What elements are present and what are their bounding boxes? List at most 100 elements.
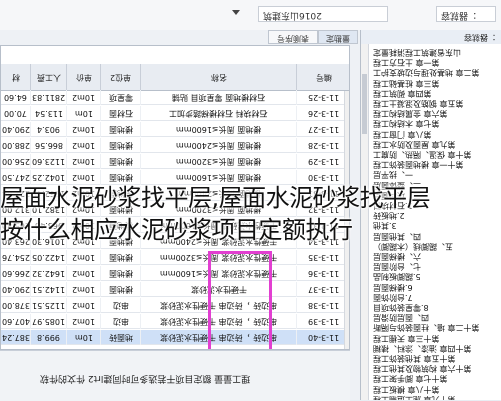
cell-code: 11-3-28 [297,138,349,153]
cell-unit2-text: 楼地面 [108,157,133,166]
status-text-label: 理工量量 额定目项干若选多可时同建lrt2 件文的件软 [40,373,251,383]
col-labor[interactable]: 人工费 [31,64,67,90]
cell-unit2-text: 石材面 [108,109,133,118]
cell-price-text: 1125.51 [31,301,66,310]
cell-labor-text: 407.60 [1,317,30,326]
cell-price-text: 113.54 [34,109,63,118]
col-name[interactable]: 名称 [141,64,297,90]
table-row[interactable]: 11-3-39 串边砖 ，砖边串 干硬性水泥砂浆 串边 10m2 1085.97 407.… [1,314,349,329]
cell-unit-text: 10m2 [71,141,96,150]
cell-price-text: 866.56 [34,141,63,150]
cell-code-text: 11-3-40 [307,333,340,342]
cell-labor-text: 378.00 [1,301,30,310]
cell-name: 楼地面 周长≤3200mm [141,154,297,169]
cell-name-text: 楼地面 周长≤2400mm [175,141,262,150]
tree-title: ：器就容 [361,30,501,44]
cell-unit2-text: 串边 [112,301,129,310]
cell-labor: 387.24 [1,330,31,345]
cell-name: 楼地面 周长≤1600mm [141,122,297,137]
cell-labor-text: 266.60 [1,269,30,278]
chevron-down-icon[interactable] [232,10,240,15]
cell-code-text: 11-3-37 [307,285,340,294]
cell-unit-text: 10m2 [71,125,96,134]
cell-labor-text: 256.00 [1,157,30,166]
headline-line-2: 按什么相应水泥砂浆项目定额执行 [0,216,353,244]
cell-unit2: 楼地面 [101,282,141,297]
col-code[interactable]: 编号 [297,64,349,90]
cell-code: 11-3-29 [297,154,349,169]
table-row[interactable]: 11-3-38 串边砖 ，砖边串 干硬性水泥砂浆 串边 10m2 1125.51 378.… [1,298,349,313]
table-row[interactable]: 11-3-28 楼地面 周长≤2400mm 楼地面 10m2 866.56 288.00 [1,138,349,153]
quota-library-selector[interactable]: 2016山东建筑 [258,6,388,22]
highlight-box [208,251,272,349]
cell-unit: 10m2 [67,298,101,313]
app-window: 2016山东建筑 ：器就容 表顺序号 量勘定 编号 名称 单位2 单价 人工费 … [0,0,501,401]
cell-labor-text: 288.00 [1,141,30,150]
cell-unit2: 楼地面 [101,138,141,153]
quota-library-label: 2016山东建筑 [263,10,322,20]
cell-price: 2811.83 [31,90,67,105]
table-row[interactable]: 11-3-27 楼地面 周长≤1600mm 楼地面 10m2 903.4 290.40 [1,122,349,137]
cell-unit2: 串边 [101,298,141,313]
cell-price-text: 1123.60 [31,157,66,166]
cell-labor: 378.00 [1,298,31,313]
table-row[interactable]: 11-3-29 楼地面 周长≤3200mm 楼地面 10m2 1123.60 256.00 [1,154,349,169]
col-price[interactable]: 单价 [67,64,101,90]
cell-unit2-text: 楼地面 [108,285,133,294]
cell-price-text: 1642.32 [31,269,66,278]
tab-order[interactable]: 表顺序号 [268,30,318,44]
cell-labor-text: 387.24 [1,333,30,342]
cell-labor: 254.76 [1,250,31,265]
col-material[interactable]: 材 [1,64,31,90]
cell-name-text: 楼地面 周长≤1600mm [175,125,262,134]
cell-name: 楼地面 周长≤2400mm [141,138,297,153]
cell-labor: 288.00 [1,138,31,153]
cell-labor-text: 290.40 [1,125,30,134]
cell-unit2: 楼地面 [101,250,141,265]
tab-quota[interactable]: 量勘定 [318,30,358,44]
col-name-label: 名称 [210,73,227,82]
tree-scroll-thumb[interactable] [362,74,367,134]
cell-unit: 10m [67,330,101,345]
cell-price: 903.4 [31,122,67,137]
col-labor-label: 人工费 [36,73,61,82]
table-row[interactable]: 11-3-26 石材块料 石材楼梯踏步加工 石材面 10m 113.54 70.00 [1,106,349,121]
cell-unit: 10m2 [67,90,101,105]
cell-name-text: 石材块料 石材楼梯踏步加工 [169,109,268,118]
cell-price: 999.8 [31,330,67,345]
cell-unit2: 楼地面 [101,266,141,281]
cell-name-text: 楼地面 周长≤3200mm [175,157,262,166]
cell-unit-text: 10m2 [71,253,96,262]
table-row[interactable]: 11-3-40 串边砖 ，砖边串 干硬性水泥砂浆 地面砖 10m 999.8 387.24 [1,330,349,345]
cell-price: 113.54 [31,106,67,121]
cell-price: 866.56 [31,138,67,153]
tab-order-label: 表顺序号 [277,34,309,43]
cell-price-text: 2811.83 [31,93,66,102]
cell-unit: 10m2 [67,138,101,153]
cell-unit2-text: 楼地面 [108,141,133,150]
cell-labor: 70.00 [1,106,31,121]
cell-unit2: 楼地面 [101,154,141,169]
cell-labor-text: 254.76 [1,253,30,262]
table-row[interactable]: 11-3-35 干硬性水泥砂浆 周长≤3200mm 楼地面 10m2 1422.05 25… [1,250,349,265]
table-row[interactable]: 11-3-36 干硬性水泥砂浆 周长≤1600mm 楼地面 10m2 1642.32 26… [1,266,349,281]
tree-node[interactable]: 第十九章 施工运输工程 [373,393,456,400]
cell-labor: 64.60 [1,90,31,105]
tab-quota-label: 量勘定 [326,34,350,43]
cell-unit-text: 10m2 [71,93,96,102]
col-unit2[interactable]: 单位2 [101,64,141,90]
status-bar: 理工量量 额定目项干若选多可时同建lrt2 件文的件软 [0,350,350,401]
cell-code: 11-3-37 [297,282,349,297]
cell-code: 11-3-39 [297,314,349,329]
container-label: ：器就容 [436,6,496,22]
table-row[interactable]: 11-3-25 石材楼地面 零星项目 贴铺 零星项 10m2 2811.83 64.60 [1,90,349,105]
cell-unit-text: 10m2 [71,269,96,278]
tree-node-label: 第十九章 施工运输工程 [373,394,456,400]
cell-code-text: 11-3-39 [307,317,340,326]
cell-name: 石材楼地面 零星项目 贴铺 [141,90,297,105]
cell-code: 11-3-36 [297,266,349,281]
tree-title-label: ：器就容 [464,33,496,42]
cell-labor: 290.40 [1,282,31,297]
cell-unit2: 零星项 [101,90,141,105]
table-row[interactable]: 11-3-37 干硬性水泥砂浆 楼地面 10m2 1142.51 290.40 [1,282,349,297]
